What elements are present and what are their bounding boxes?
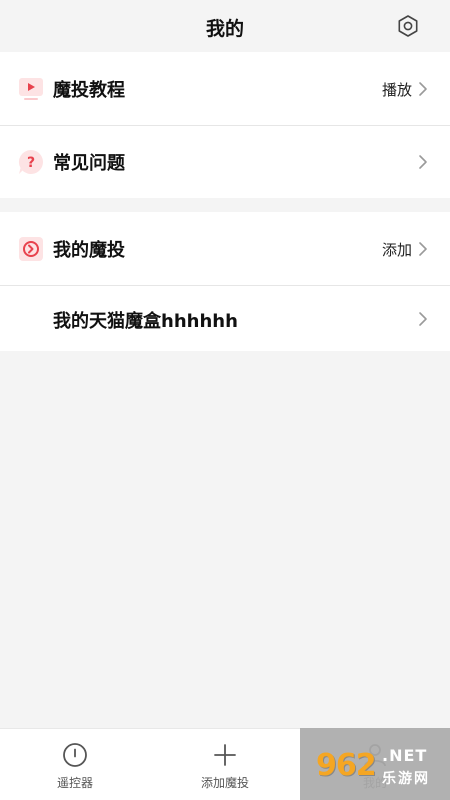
watermark-subtitle: 乐游网	[382, 771, 430, 787]
question-bubble-icon: ?	[18, 149, 43, 174]
page-title: 我的	[205, 18, 244, 40]
faq-row[interactable]: ? 常见问题	[0, 125, 450, 198]
my-device-row[interactable]: 我的魔投 添加	[0, 212, 450, 285]
section-devices: 我的魔投 添加 我的天猫魔盒hhhhhh	[0, 212, 450, 351]
my-device-label: 我的魔投	[53, 240, 125, 261]
remote-icon	[63, 743, 87, 767]
device-name: 我的天猫魔盒hhhhhh	[53, 311, 238, 332]
tab-remote[interactable]: 遥控器	[0, 729, 150, 800]
watermark: 962 .NET 乐游网	[300, 728, 450, 800]
header: 我的	[0, 0, 450, 52]
tutorial-value: 播放	[381, 81, 412, 99]
chevron-right-icon	[419, 155, 427, 169]
chevron-right-icon	[419, 312, 427, 326]
play-screen-icon	[19, 78, 43, 100]
device-icon	[19, 237, 43, 261]
tab-remote-label: 遥控器	[56, 776, 93, 790]
tutorial-label: 魔投教程	[53, 80, 125, 101]
chevron-right-icon	[419, 82, 427, 96]
watermark-domain: .NET	[382, 746, 428, 765]
chevron-right-icon	[419, 242, 427, 256]
tab-add-label: 添加魔投	[200, 776, 249, 790]
gear-icon	[398, 15, 418, 37]
add-device-value: 添加	[381, 241, 412, 259]
settings-button[interactable]	[396, 14, 420, 38]
tab-add[interactable]: 添加魔投	[150, 729, 300, 800]
section-help: 魔投教程 播放 ? 常见问题	[0, 52, 450, 198]
svg-text:?: ?	[27, 155, 35, 171]
device-item-row[interactable]: 我的天猫魔盒hhhhhh	[0, 285, 450, 351]
plus-icon	[214, 744, 236, 766]
tutorial-row[interactable]: 魔投教程 播放	[0, 52, 450, 125]
faq-label: 常见问题	[53, 153, 125, 174]
watermark-logo: 962	[316, 748, 377, 783]
